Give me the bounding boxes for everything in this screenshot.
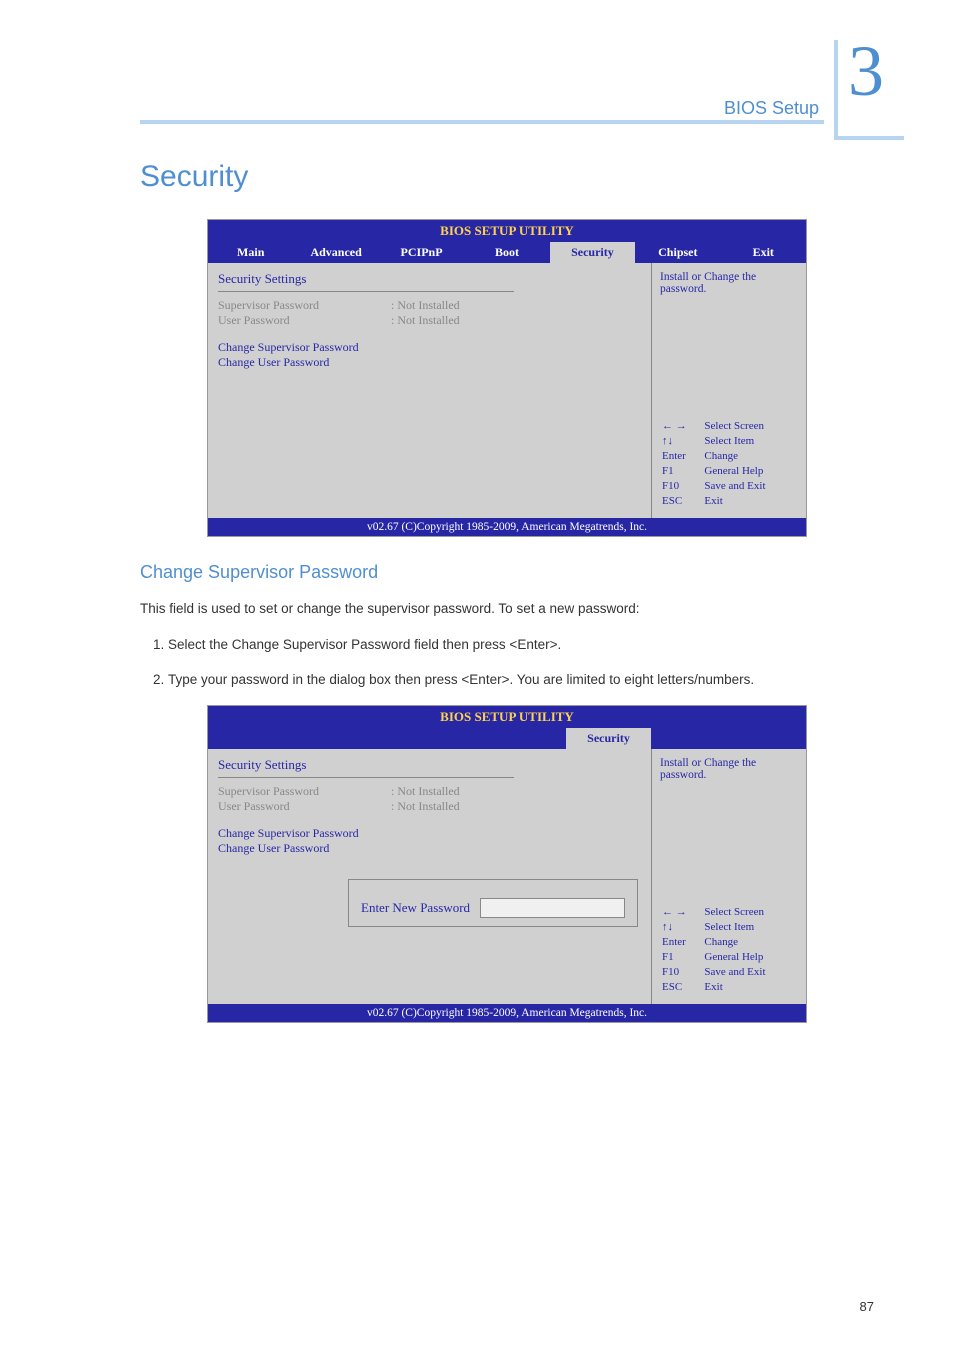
change-user-password[interactable]: Change User Password: [218, 355, 641, 370]
subsection-title: Change Supervisor Password: [140, 562, 874, 583]
key-legend: ← →Select Screen ↑↓Select Item EnterChan…: [660, 904, 798, 996]
page-header: BIOS Setup 3: [140, 60, 874, 140]
key-f10-desc: Save and Exit: [704, 480, 796, 493]
tab-pcipnp[interactable]: PCIPnP: [379, 242, 464, 263]
key-esc-desc: Exit: [704, 981, 796, 994]
bios-tabs: Main Advanced PCIPnP Boot Security Chips…: [208, 242, 806, 263]
page-number: 87: [860, 1299, 874, 1314]
tab-exit[interactable]: Exit: [721, 242, 806, 263]
key-enter: Enter: [662, 450, 702, 463]
supervisor-password-value: : Not Installed: [391, 298, 460, 312]
user-password-label: User Password: [218, 313, 388, 328]
chapter-label: BIOS Setup: [724, 98, 819, 119]
step-2: Type your password in the dialog box the…: [168, 669, 874, 691]
key-enter: Enter: [662, 936, 702, 949]
key-f1-desc: General Help: [704, 951, 796, 964]
key-f10-desc: Save and Exit: [704, 966, 796, 979]
key-enter-desc: Change: [704, 936, 796, 949]
key-esc: ESC: [662, 981, 702, 994]
password-input[interactable]: [480, 898, 625, 918]
key-arrows-lr-desc: Select Screen: [704, 906, 796, 919]
key-legend: ← →Select Screen ↑↓Select Item EnterChan…: [660, 418, 798, 510]
key-f1-desc: General Help: [704, 465, 796, 478]
bios-screenshot-2: BIOS SETUP UTILITY Security Security Set…: [207, 705, 807, 1023]
security-settings-heading: Security Settings: [218, 271, 641, 289]
supervisor-password-label: Supervisor Password: [218, 784, 388, 799]
key-arrows-ud: ↑↓: [662, 435, 702, 448]
tab-security[interactable]: Security: [550, 242, 635, 263]
tab-advanced[interactable]: Advanced: [293, 242, 378, 263]
user-password-value: : Not Installed: [391, 313, 460, 327]
key-esc: ESC: [662, 495, 702, 508]
user-password-label: User Password: [218, 799, 388, 814]
tab-spacer: [208, 728, 566, 749]
bios-footer: v02.67 (C)Copyright 1985-2009, American …: [208, 518, 806, 536]
dialog-label: Enter New Password: [361, 900, 470, 916]
key-arrows-lr: ← →: [662, 906, 702, 919]
key-arrows-ud-desc: Select Item: [704, 921, 796, 934]
change-supervisor-password[interactable]: Change Supervisor Password: [218, 340, 641, 355]
bios-right-panel: Install or Change the password. ← →Selec…: [651, 263, 806, 518]
tab-security[interactable]: Security: [566, 728, 651, 749]
bios-tabs: Security: [208, 728, 806, 749]
bios-title: BIOS SETUP UTILITY: [208, 706, 806, 728]
divider: [218, 291, 514, 292]
bios-right-panel: Install or Change the password. ← →Selec…: [651, 749, 806, 1004]
header-rule: [140, 120, 824, 124]
supervisor-password-label: Supervisor Password: [218, 298, 388, 313]
key-f10: F10: [662, 966, 702, 979]
help-text: Install or Change the password.: [660, 757, 798, 781]
key-esc-desc: Exit: [704, 495, 796, 508]
divider: [218, 777, 514, 778]
tab-boot[interactable]: Boot: [464, 242, 549, 263]
bios-screenshot-1: BIOS SETUP UTILITY Main Advanced PCIPnP …: [207, 219, 807, 537]
key-arrows-lr: ← →: [662, 420, 702, 433]
key-f1: F1: [662, 465, 702, 478]
subsection-intro: This field is used to set or change the …: [140, 598, 874, 620]
steps-list: Select the Change Supervisor Password fi…: [140, 634, 874, 691]
user-password-row: User Password : Not Installed: [218, 313, 641, 328]
tab-main[interactable]: Main: [208, 242, 293, 263]
security-settings-heading: Security Settings: [218, 757, 641, 775]
help-text: Install or Change the password.: [660, 271, 798, 295]
key-arrows-lr-desc: Select Screen: [704, 420, 796, 433]
user-password-row: User Password : Not Installed: [218, 799, 641, 814]
supervisor-password-value: : Not Installed: [391, 784, 460, 798]
bios-title: BIOS SETUP UTILITY: [208, 220, 806, 242]
enter-password-dialog: Enter New Password: [348, 879, 638, 927]
key-enter-desc: Change: [704, 450, 796, 463]
key-arrows-ud: ↑↓: [662, 921, 702, 934]
tab-spacer-right: [651, 728, 806, 749]
supervisor-password-row: Supervisor Password : Not Installed: [218, 298, 641, 313]
bios-left-panel: Security Settings Supervisor Password : …: [208, 263, 651, 518]
user-password-value: : Not Installed: [391, 799, 460, 813]
tab-chipset[interactable]: Chipset: [635, 242, 720, 263]
bios-left-panel: Security Settings Supervisor Password : …: [208, 749, 651, 1004]
section-title: Security: [140, 160, 874, 194]
supervisor-password-row: Supervisor Password : Not Installed: [218, 784, 641, 799]
step-1: Select the Change Supervisor Password fi…: [168, 634, 874, 656]
key-f1: F1: [662, 951, 702, 964]
key-f10: F10: [662, 480, 702, 493]
chapter-number: 3: [848, 30, 884, 113]
key-arrows-ud-desc: Select Item: [704, 435, 796, 448]
change-user-password[interactable]: Change User Password: [218, 841, 641, 856]
change-supervisor-password[interactable]: Change Supervisor Password: [218, 826, 641, 841]
bios-footer: v02.67 (C)Copyright 1985-2009, American …: [208, 1004, 806, 1022]
